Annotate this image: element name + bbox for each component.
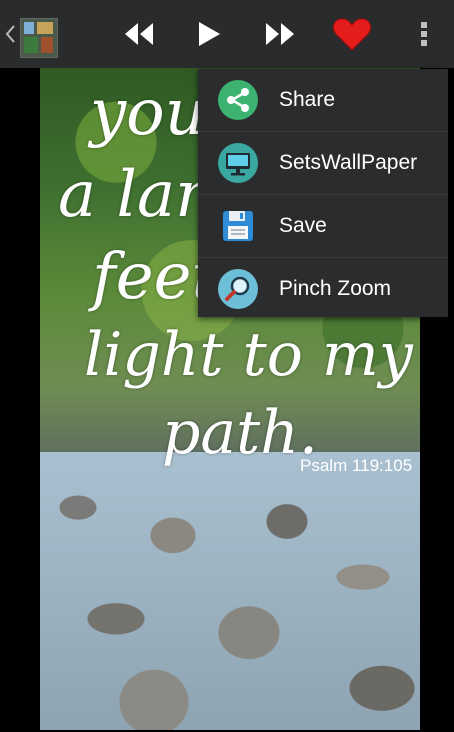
verse-line: light to my [84, 320, 413, 390]
rewind-button[interactable] [119, 14, 159, 54]
floppy-disk-icon [223, 211, 253, 241]
play-button[interactable] [189, 14, 229, 54]
rocky-stream [40, 451, 420, 730]
rewind-icon [125, 23, 153, 45]
favorite-button[interactable] [332, 14, 372, 54]
menu-item-label: Share [279, 88, 336, 111]
up-caret-icon[interactable] [4, 24, 18, 44]
menu-item-label: SetsWallPaper [279, 151, 418, 174]
verse-reference: Psalm 119:105 [300, 456, 413, 475]
menu-item-pinch-zoom[interactable]: Pinch Zoom [198, 258, 448, 320]
overflow-menu-button[interactable] [404, 14, 444, 54]
menu-item-share[interactable]: Share [198, 69, 448, 132]
action-bar [0, 0, 454, 68]
menu-item-label: Pinch Zoom [279, 277, 392, 300]
menu-item-sets-wallpaper[interactable]: SetsWallPaper [198, 132, 448, 195]
overflow-menu-icon [421, 22, 427, 46]
heart-icon [332, 18, 372, 51]
menu-item-save[interactable]: Save [198, 195, 448, 258]
monitor-icon [218, 143, 258, 183]
play-icon [199, 22, 220, 46]
verse-line: path. [162, 398, 319, 468]
menu-item-label: Save [279, 214, 327, 237]
magnifier-icon [218, 269, 258, 309]
app-icon[interactable] [20, 18, 58, 58]
fast-forward-button[interactable] [260, 14, 300, 54]
fast-forward-icon [266, 23, 294, 45]
share-icon [218, 80, 258, 120]
overflow-popup-menu: Share SetsWallPaper Save Pinch Zoom [198, 69, 448, 317]
